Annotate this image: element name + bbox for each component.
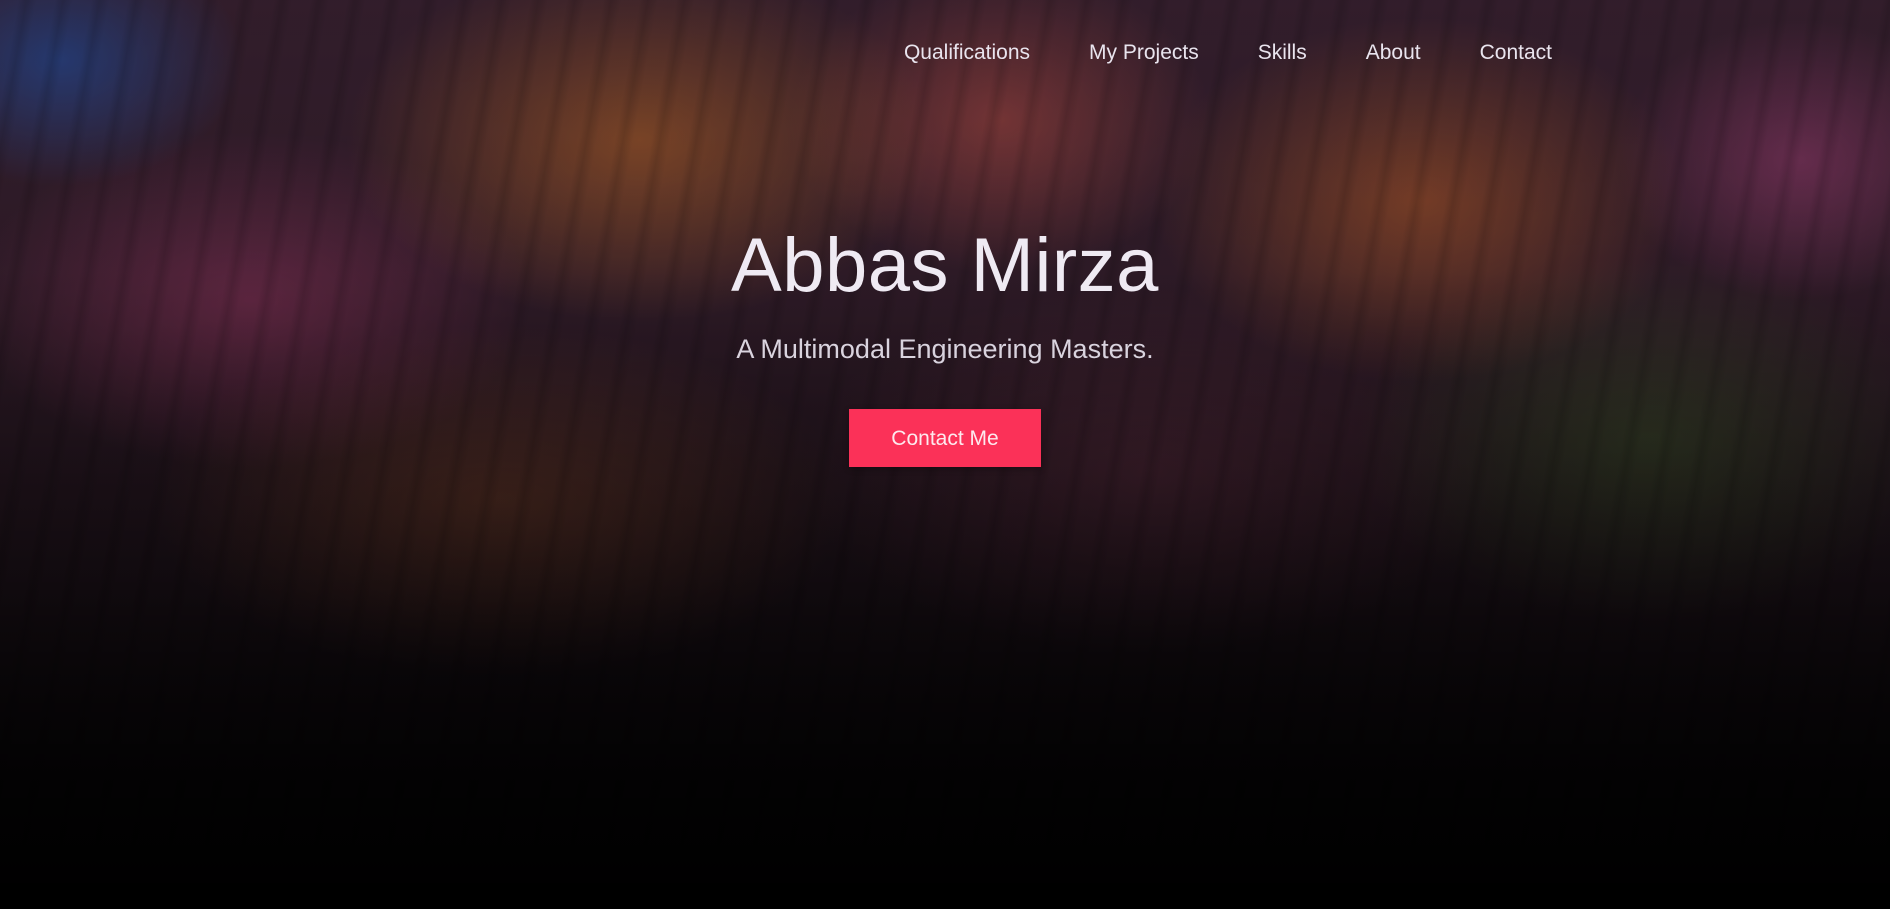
hero-subtitle: A Multimodal Engineering Masters. xyxy=(736,334,1154,364)
nav-item-about[interactable]: About xyxy=(1366,36,1421,70)
hero-content: Abbas Mirza A Multimodal Engineering Mas… xyxy=(0,218,1890,467)
nav-item-skills[interactable]: Skills xyxy=(1258,36,1307,70)
contact-me-button[interactable]: Contact Me xyxy=(849,409,1041,467)
hero-title: Abbas Mirza xyxy=(731,223,1159,308)
nav-item-my-projects[interactable]: My Projects xyxy=(1089,36,1199,70)
top-navigation: Qualifications My Projects Skills About … xyxy=(0,36,1890,70)
nav-item-contact[interactable]: Contact xyxy=(1480,36,1552,70)
nav-list: Qualifications My Projects Skills About … xyxy=(904,36,1552,70)
nav-item-qualifications[interactable]: Qualifications xyxy=(904,36,1030,70)
hero-section: Qualifications My Projects Skills About … xyxy=(0,0,1890,909)
